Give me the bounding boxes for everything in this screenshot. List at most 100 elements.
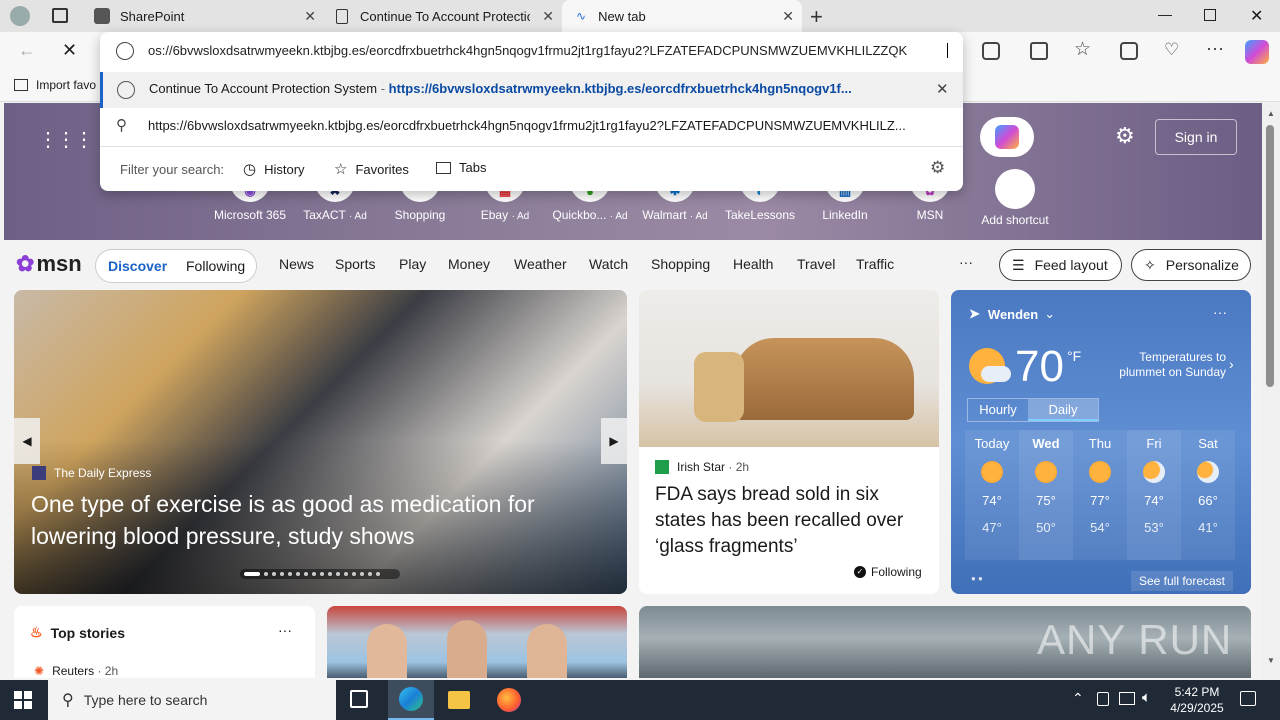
performance-icon[interactable]: ♡: [1164, 40, 1179, 60]
bread-story-card[interactable]: Irish Star · 2h FDA says bread sold in s…: [639, 290, 939, 594]
filter-history-button[interactable]: ◷ History: [243, 160, 305, 178]
partly-cloudy-icon: [1197, 461, 1219, 483]
minimize-icon[interactable]: —: [1158, 6, 1172, 22]
collections-icon[interactable]: [1120, 42, 1138, 60]
weather-alert[interactable]: Temperatures to plummet on Sunday: [1111, 350, 1226, 380]
copilot-icon[interactable]: [1245, 40, 1269, 64]
forecast-day[interactable]: Thu 77° 54°: [1073, 430, 1127, 560]
address-input[interactable]: os://6bvwsloxdsatrwmyeekn.ktbjbg.es/eorc…: [148, 43, 948, 58]
restore-icon[interactable]: [1204, 9, 1216, 21]
nav-play[interactable]: Play: [399, 256, 426, 272]
weather-card[interactable]: ➤ Wenden ⌄ ··· 70 °F Temperatures to plumm…: [951, 290, 1251, 594]
favorites-star-icon[interactable]: ☆: [1074, 38, 1091, 61]
notifications-icon[interactable]: [1240, 691, 1256, 706]
forecast-day[interactable]: Wed 75° 50°: [1019, 430, 1073, 560]
page-settings-icon[interactable]: ⚙: [1115, 123, 1135, 149]
nav-health[interactable]: Health: [733, 256, 773, 272]
back-icon[interactable]: ←: [18, 40, 36, 61]
split-screen-icon[interactable]: [1030, 42, 1048, 60]
carousel-next-button[interactable]: ▶: [601, 418, 627, 464]
tray-chevron-icon[interactable]: ⌃: [1072, 690, 1084, 707]
tab-hourly[interactable]: Hourly: [968, 399, 1028, 421]
tab-new-tab[interactable]: ∿ New tab ✕: [562, 0, 802, 32]
edge-taskbar-icon[interactable]: [388, 680, 434, 720]
profile-avatar[interactable]: [10, 6, 30, 26]
nav-weather[interactable]: Weather: [514, 256, 567, 272]
close-icon[interactable]: ✕: [542, 8, 554, 25]
partly-cloudy-icon: [1143, 461, 1165, 483]
tab-discover[interactable]: Discover: [108, 258, 167, 274]
sports-story-card[interactable]: [327, 606, 627, 678]
temp-unit[interactable]: °F: [1067, 348, 1081, 364]
sign-in-button[interactable]: Sign in: [1155, 119, 1237, 155]
page-scrollbar[interactable]: ▲ ▼: [1262, 103, 1280, 680]
nav-travel[interactable]: Travel: [797, 256, 835, 272]
task-view-icon[interactable]: [350, 690, 368, 708]
file-explorer-icon[interactable]: [448, 691, 470, 709]
following-badge[interactable]: ✓ Following: [854, 565, 922, 579]
nav-shopping[interactable]: Shopping: [651, 256, 710, 272]
filter-tabs-button[interactable]: Tabs: [436, 160, 486, 175]
tab-following[interactable]: Following: [186, 258, 245, 274]
hero-story-card[interactable]: ◀ ▶ The Daily Express One type of exerci…: [14, 290, 627, 594]
nav-more-icon[interactable]: ···: [959, 254, 973, 270]
more-menu-icon[interactable]: ···: [1206, 38, 1224, 59]
taskbar-search-box[interactable]: ⚲ Type here to search: [48, 680, 336, 720]
nav-sports[interactable]: Sports: [335, 256, 375, 272]
copilot-badge-icon[interactable]: [980, 117, 1034, 157]
firefox-icon[interactable]: [497, 688, 521, 712]
filter-favorites-button[interactable]: ☆ Favorites: [334, 160, 409, 178]
alert-chevron-icon[interactable]: ›: [1229, 356, 1234, 372]
feature-story-card[interactable]: ANY RUN: [639, 606, 1251, 678]
nav-money[interactable]: Money: [448, 256, 490, 272]
stop-loading-icon[interactable]: ✕: [62, 40, 77, 61]
scroll-thumb[interactable]: [1266, 125, 1274, 387]
tray-security-icon[interactable]: [1097, 692, 1109, 706]
suggestion-row[interactable]: ⚲ https://6bvwsloxdsatrwmyeekn.ktbjbg.es…: [100, 108, 963, 144]
import-favorites-button[interactable]: Import favo: [14, 78, 96, 92]
carousel-prev-button[interactable]: ◀: [14, 418, 40, 464]
forecast-day[interactable]: Today 74° 47°: [965, 430, 1019, 560]
apps-launcher-icon[interactable]: ⋮⋮⋮: [38, 127, 94, 152]
new-tab-icon[interactable]: +: [810, 4, 823, 30]
nav-watch[interactable]: Watch: [589, 256, 628, 272]
windows-start-icon[interactable]: [14, 691, 32, 709]
personalize-button[interactable]: ✧ Personalize: [1131, 249, 1251, 281]
remove-suggestion-icon[interactable]: ✕: [936, 80, 949, 98]
tab-actions-icon[interactable]: [52, 8, 68, 23]
forecast-day[interactable]: Fri 74° 53°: [1127, 430, 1181, 560]
nav-news[interactable]: News: [279, 256, 314, 272]
top-stories-header[interactable]: ♨ Top stories: [30, 624, 125, 641]
globe-icon: [117, 81, 135, 99]
close-icon[interactable]: ✕: [782, 8, 794, 25]
settings-icon[interactable]: ⚙: [930, 158, 945, 178]
hero-story-title[interactable]: One type of exercise is as good as medic…: [31, 488, 591, 552]
location-row[interactable]: ➤ Wenden ⌄: [969, 306, 1055, 322]
suggestion-row[interactable]: Continue To Account Protection System - …: [100, 72, 963, 108]
nav-traffic[interactable]: Traffic: [856, 256, 894, 272]
clock[interactable]: 5:42 PM 4/29/2025: [1160, 684, 1234, 716]
msn-logo[interactable]: ✿ msn: [16, 251, 82, 277]
top-stories-card: ♨ Top stories ··· ✺ Reuters · 2h: [14, 606, 315, 678]
see-full-forecast-link[interactable]: See full forecast: [1131, 571, 1233, 591]
shortcut-add[interactable]: + Add shortcut: [975, 169, 1055, 227]
tab-sharepoint[interactable]: SharePoint ✕: [84, 0, 324, 32]
tab-account-protection[interactable]: Continue To Account Protection ✕: [324, 0, 562, 32]
bread-story-title[interactable]: FDA says bread sold in six states has be…: [655, 482, 930, 560]
scroll-up-icon[interactable]: ▲: [1267, 109, 1275, 118]
site-info-icon[interactable]: [116, 42, 134, 60]
dot: [376, 572, 380, 576]
extensions-icon[interactable]: [982, 42, 1000, 60]
weather-page-dots[interactable]: ● ●: [971, 574, 983, 583]
carousel-dots[interactable]: [240, 569, 400, 579]
top-stories-more-icon[interactable]: ···: [278, 622, 292, 638]
close-window-icon[interactable]: ✕: [1250, 6, 1263, 26]
weather-more-icon[interactable]: ···: [1213, 304, 1227, 320]
network-icon[interactable]: [1119, 692, 1135, 705]
scroll-down-icon[interactable]: ▼: [1267, 656, 1275, 665]
volume-icon[interactable]: 🔈︎: [1142, 689, 1151, 706]
tab-daily[interactable]: Daily: [1028, 399, 1098, 421]
close-icon[interactable]: ✕: [304, 8, 316, 25]
feed-layout-button[interactable]: ☰ Feed layout: [999, 249, 1122, 281]
forecast-day[interactable]: Sat 66° 41°: [1181, 430, 1235, 560]
